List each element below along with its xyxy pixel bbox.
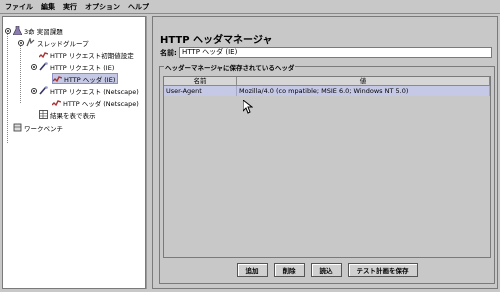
tree-node-label: 結果を表で表示 bbox=[50, 111, 96, 120]
thread-group-icon bbox=[26, 38, 35, 47]
tree-node-label: HTTP リクエスト (IE) bbox=[50, 63, 115, 72]
menu-edit[interactable]: 編集 bbox=[41, 2, 55, 12]
expand-handle[interactable] bbox=[31, 88, 37, 94]
tree-node-http-request-netscape[interactable]: HTTP リクエスト (Netscape) bbox=[39, 85, 139, 96]
expand-handle[interactable] bbox=[5, 28, 11, 34]
load-button[interactable]: 読込 bbox=[310, 263, 342, 277]
expand-handle[interactable] bbox=[31, 64, 37, 70]
menu-file[interactable]: ファイル bbox=[5, 2, 33, 12]
workbench-icon bbox=[13, 123, 22, 132]
button-bar: 追加 削除 読込 テスト計画を保存 bbox=[160, 263, 494, 279]
headers-table[interactable]: 名前 値 User-Agent Mozilla/4.0 (co mpatible… bbox=[163, 76, 491, 258]
expand-handle[interactable] bbox=[18, 40, 24, 46]
tree-node-workbench[interactable]: ワークベンチ bbox=[13, 122, 63, 133]
menu-run[interactable]: 実行 bbox=[63, 2, 77, 12]
add-button[interactable]: 追加 bbox=[236, 263, 268, 277]
header-manager-panel: HTTP ヘッダマネージャ 名前: HTTP ヘッダ (IE) ヘッダーマネージ… bbox=[152, 16, 498, 289]
group-title: ヘッダーマネージャに保存されているヘッダ bbox=[164, 62, 296, 72]
mouse-pointer-icon bbox=[243, 100, 253, 114]
tree-guide-line bbox=[20, 43, 21, 103]
config-icon bbox=[53, 76, 62, 83]
menu-bar: ファイル 編集 実行 オプション ヘルプ bbox=[0, 0, 500, 14]
header-value-cell[interactable]: Mozilla/4.0 (co mpatible; MSIE 6.0; Wind… bbox=[237, 86, 490, 96]
config-icon bbox=[52, 100, 61, 107]
column-header-value[interactable]: 値 bbox=[237, 77, 490, 86]
save-test-plan-button[interactable]: テスト計画を保存 bbox=[347, 263, 418, 277]
sampler-icon bbox=[39, 62, 48, 71]
tree-node-label: 3命 実習課題 bbox=[24, 27, 63, 36]
tree-node-label: HTTP リクエスト初期値設定 bbox=[50, 51, 134, 60]
tree-node-label: HTTP リクエスト (Netscape) bbox=[50, 87, 139, 96]
table-row[interactable]: User-Agent Mozilla/4.0 (co mpatible; MSI… bbox=[164, 86, 490, 96]
table-icon bbox=[39, 110, 48, 119]
tree-node-thread-group[interactable]: スレッドグループ bbox=[26, 37, 89, 48]
test-plan-tree[interactable]: 3命 実習課題 スレッドグループ HTTP リクエスト初期値設定 HTTP リク… bbox=[2, 16, 146, 289]
tree-node-label: ワークベンチ bbox=[24, 124, 63, 133]
tree-node-http-header-ie[interactable]: HTTP ヘッダ (IE) bbox=[52, 73, 119, 84]
name-input[interactable]: HTTP ヘッダ (IE) bbox=[179, 47, 492, 58]
flask-icon bbox=[13, 26, 22, 35]
table-header: 名前 値 bbox=[164, 77, 490, 86]
tree-guide-line bbox=[7, 31, 8, 143]
tree-node-http-request-ie[interactable]: HTTP リクエスト (IE) bbox=[39, 61, 114, 72]
config-icon bbox=[39, 52, 48, 59]
page-title: HTTP ヘッダマネージャ bbox=[160, 35, 273, 46]
tree-node-label: スレッドグループ bbox=[37, 39, 89, 48]
sampler-icon bbox=[39, 86, 48, 95]
stored-headers-group: ヘッダーマネージャに保存されているヘッダ 名前 値 User-Agent Moz… bbox=[159, 62, 495, 284]
delete-button[interactable]: 削除 bbox=[273, 263, 305, 277]
name-label: 名前: bbox=[160, 49, 177, 57]
column-header-name[interactable]: 名前 bbox=[164, 77, 237, 86]
tree-node-label: HTTP ヘッダ (Netscape) bbox=[63, 99, 139, 108]
tree-node-test-plan[interactable]: 3命 実習課題 bbox=[13, 25, 63, 36]
tree-node-results-table[interactable]: 結果を表で表示 bbox=[39, 109, 96, 120]
tree-node-label: HTTP ヘッダ (IE) bbox=[64, 75, 116, 84]
header-name-cell[interactable]: User-Agent bbox=[164, 86, 237, 96]
menu-help[interactable]: ヘルプ bbox=[128, 2, 149, 12]
tree-node-http-defaults[interactable]: HTTP リクエスト初期値設定 bbox=[39, 49, 134, 60]
tree-node-http-header-netscape[interactable]: HTTP ヘッダ (Netscape) bbox=[52, 97, 139, 108]
menu-options[interactable]: オプション bbox=[85, 2, 120, 12]
